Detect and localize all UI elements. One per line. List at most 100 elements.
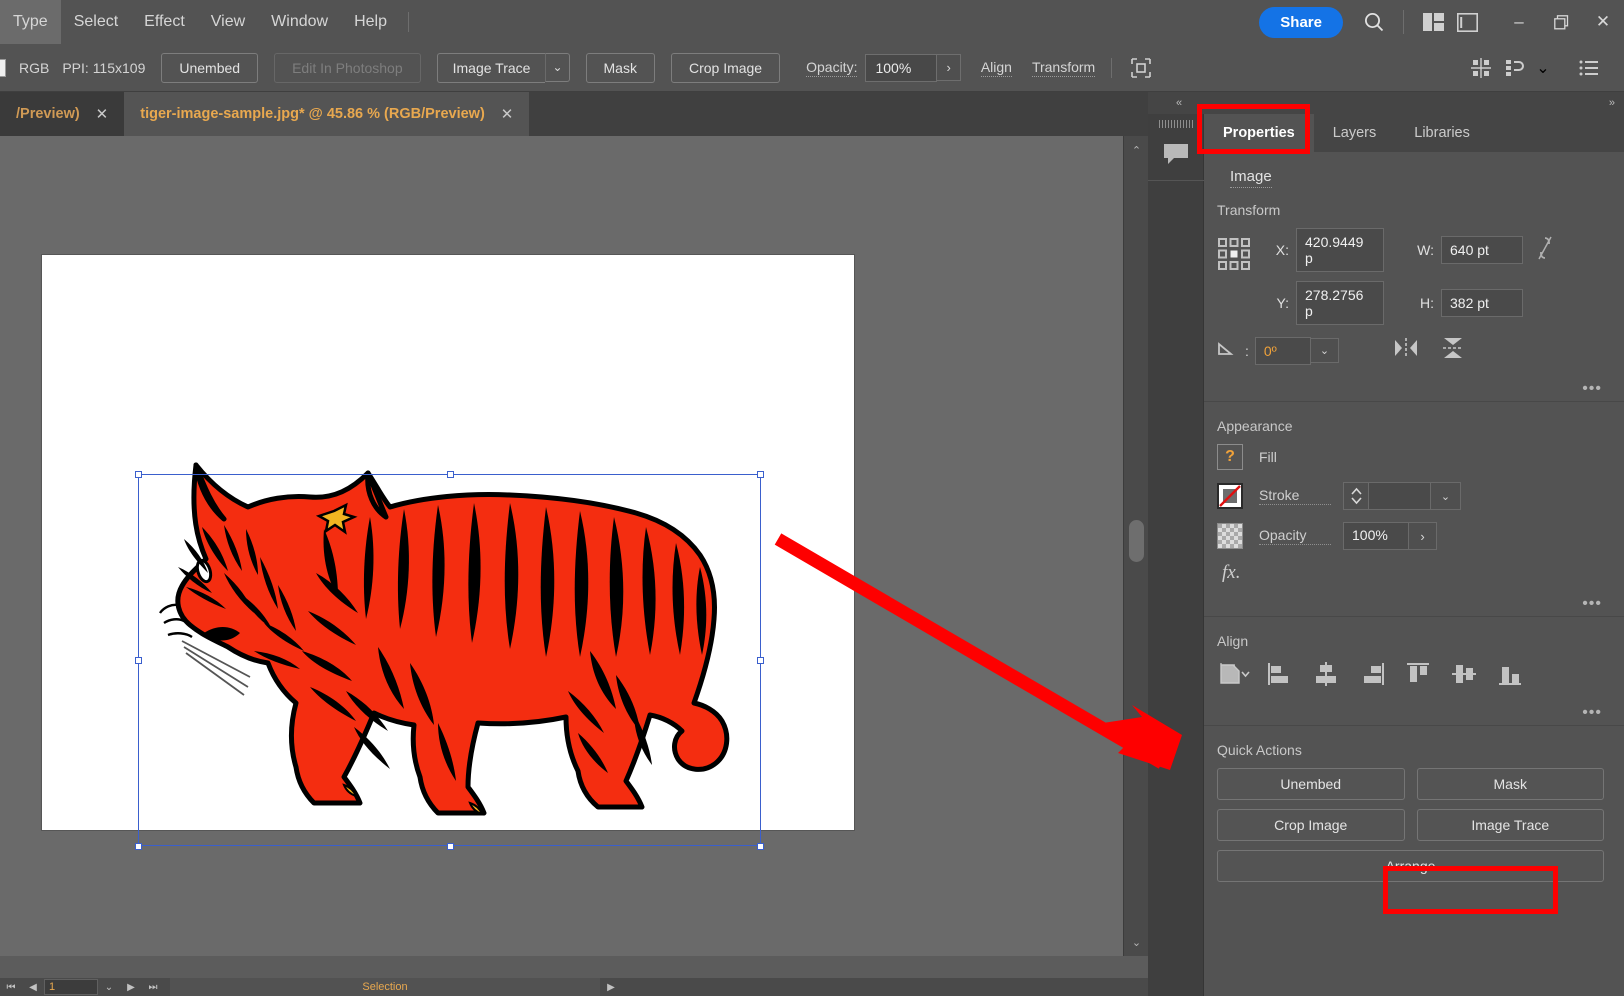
question-mark-swatch[interactable]: ?: [1217, 444, 1243, 470]
menu-view[interactable]: View: [198, 0, 258, 44]
flip-vertical-icon[interactable]: [1441, 336, 1465, 365]
align-more-options[interactable]: •••: [1204, 707, 1624, 725]
document-tab-active[interactable]: tiger-image-sample.jpg* @ 45.86 % (RGB/P…: [124, 92, 529, 136]
menu-effect[interactable]: Effect: [131, 0, 198, 44]
align-to-selection-icon[interactable]: [1217, 659, 1251, 689]
stroke-stepper-icon[interactable]: [1343, 482, 1369, 510]
opacity-label[interactable]: Opacity: [1259, 527, 1331, 545]
scrollbar-thumb[interactable]: [1129, 520, 1144, 562]
selection-handle-bottom-right[interactable]: [757, 843, 764, 850]
next-artboard-icon[interactable]: ▶: [120, 978, 142, 996]
menu-select[interactable]: Select: [61, 0, 131, 44]
arrange-documents-icon[interactable]: [1416, 5, 1450, 39]
panel-menu-icon[interactable]: [1572, 51, 1606, 85]
workspace-switcher-icon[interactable]: [1450, 5, 1484, 39]
unembed-button[interactable]: Unembed: [161, 53, 258, 83]
canvas-area[interactable]: [0, 136, 1123, 956]
tiger-image-artwork[interactable]: [138, 455, 763, 830]
menu-help[interactable]: Help: [341, 0, 400, 44]
close-icon[interactable]: ✕: [96, 105, 109, 123]
document-tab-bar: /Preview) ✕ tiger-image-sample.jpg* @ 45…: [0, 92, 1148, 136]
transform-more-options[interactable]: •••: [1204, 383, 1624, 401]
reference-point-icon[interactable]: [1217, 237, 1253, 276]
document-tab-inactive[interactable]: /Preview) ✕: [0, 92, 124, 136]
artboard-number-input[interactable]: 1: [44, 979, 98, 995]
menu-type[interactable]: Type: [0, 0, 61, 44]
opacity-input[interactable]: 100%: [865, 54, 937, 82]
stroke-weight-input[interactable]: [1369, 482, 1431, 510]
image-trace-button[interactable]: Image Trace: [437, 53, 546, 83]
opacity-input[interactable]: 100%: [1343, 522, 1409, 550]
opacity-label[interactable]: Opacity:: [806, 59, 857, 77]
scroll-down-icon[interactable]: ⌄: [1124, 932, 1149, 952]
quick-action-mask[interactable]: Mask: [1417, 768, 1605, 800]
artboard[interactable]: [42, 255, 854, 830]
align-top-icon[interactable]: [1401, 659, 1435, 689]
close-icon[interactable]: ✕: [501, 105, 514, 123]
opacity-expand-icon[interactable]: ›: [1409, 522, 1437, 550]
align-horizontal-center-icon[interactable]: [1309, 659, 1343, 689]
transform-link[interactable]: Transform: [1032, 59, 1095, 77]
quick-action-crop-image[interactable]: Crop Image: [1217, 809, 1405, 841]
restore-button[interactable]: [1540, 0, 1582, 44]
constrain-proportions-icon[interactable]: [1537, 235, 1553, 266]
h-input[interactable]: 382 pt: [1441, 289, 1523, 317]
chevron-down-icon[interactable]: ⌄: [545, 53, 569, 82]
shape-builder-icon[interactable]: [1124, 51, 1158, 85]
fx-button[interactable]: fx.: [1204, 562, 1624, 584]
menu-window[interactable]: Window: [258, 0, 341, 44]
status-bar-row: ⏮ ◀ 1 ⌄ ▶ ⏭ Selection ▶: [0, 978, 1148, 996]
align-bottom-icon[interactable]: [1493, 659, 1527, 689]
image-trace-split-button[interactable]: Image Trace ⌄: [437, 53, 570, 83]
tab-properties[interactable]: Properties: [1204, 114, 1314, 152]
y-input[interactable]: 278.2756 p: [1296, 281, 1384, 325]
comment-icon[interactable]: [1148, 128, 1204, 180]
selection-handle-bottom-left[interactable]: [135, 843, 142, 850]
rotation-input[interactable]: 0º: [1255, 337, 1311, 365]
share-button[interactable]: Share: [1259, 7, 1343, 38]
selected-object-type[interactable]: Image: [1230, 168, 1272, 188]
chevron-down-icon-2[interactable]: ⌄: [1532, 51, 1554, 85]
fill-swatch-indicator[interactable]: [0, 59, 6, 77]
expand-panels-icon[interactable]: »: [1609, 97, 1614, 109]
quick-action-unembed[interactable]: Unembed: [1217, 768, 1405, 800]
align-vertical-center-icon[interactable]: [1447, 659, 1481, 689]
mask-button[interactable]: Mask: [586, 53, 655, 83]
menu-bar: Type Select Effect View Window Help Shar…: [0, 0, 1624, 44]
selection-handle-bottom-center[interactable]: [447, 843, 454, 850]
x-input[interactable]: 420.9449 p: [1296, 228, 1384, 272]
align-left-icon[interactable]: [1263, 659, 1297, 689]
align-right-icon[interactable]: [1355, 659, 1389, 689]
tab-libraries[interactable]: Libraries: [1395, 114, 1489, 152]
collapse-panels-icon[interactable]: «: [1176, 97, 1181, 109]
status-next-icon[interactable]: ▶: [600, 978, 622, 996]
none-swatch[interactable]: [1217, 483, 1243, 509]
last-artboard-icon[interactable]: ⏭: [142, 978, 164, 996]
align-link[interactable]: Align: [981, 59, 1012, 77]
status-text[interactable]: Selection: [170, 978, 600, 996]
path-options-icon[interactable]: [1498, 51, 1532, 85]
rail-grip-handle[interactable]: [1159, 120, 1193, 128]
previous-artboard-icon[interactable]: ◀: [22, 978, 44, 996]
chevron-down-icon-rotation[interactable]: ⌄: [1311, 338, 1339, 363]
minimize-button[interactable]: –: [1498, 0, 1540, 44]
transparency-grid-swatch[interactable]: [1217, 523, 1243, 549]
canvas-vertical-scrollbar[interactable]: ⌃ ⌄: [1123, 136, 1148, 956]
opacity-expand-icon[interactable]: ›: [937, 54, 960, 81]
first-artboard-icon[interactable]: ⏮: [0, 978, 22, 996]
appearance-more-options[interactable]: •••: [1204, 598, 1624, 616]
w-input[interactable]: 640 pt: [1441, 236, 1523, 264]
flip-horizontal-icon[interactable]: [1393, 337, 1419, 364]
tab-layers[interactable]: Layers: [1314, 114, 1396, 152]
artboard-dropdown-icon[interactable]: ⌄: [98, 978, 120, 996]
quick-action-arrange[interactable]: Arrange: [1217, 850, 1604, 882]
crop-image-button[interactable]: Crop Image: [671, 53, 780, 83]
search-icon[interactable]: [1357, 5, 1391, 39]
stroke-label[interactable]: Stroke: [1259, 487, 1331, 505]
chevron-down-icon-stroke[interactable]: ⌄: [1431, 482, 1461, 510]
quick-action-image-trace[interactable]: Image Trace: [1417, 809, 1605, 841]
scroll-up-icon[interactable]: ⌃: [1124, 140, 1149, 160]
panel-tab-strip: Properties Layers Libraries: [1204, 114, 1624, 152]
close-button[interactable]: ✕: [1582, 0, 1624, 44]
distribute-spacing-icon[interactable]: [1464, 51, 1498, 85]
